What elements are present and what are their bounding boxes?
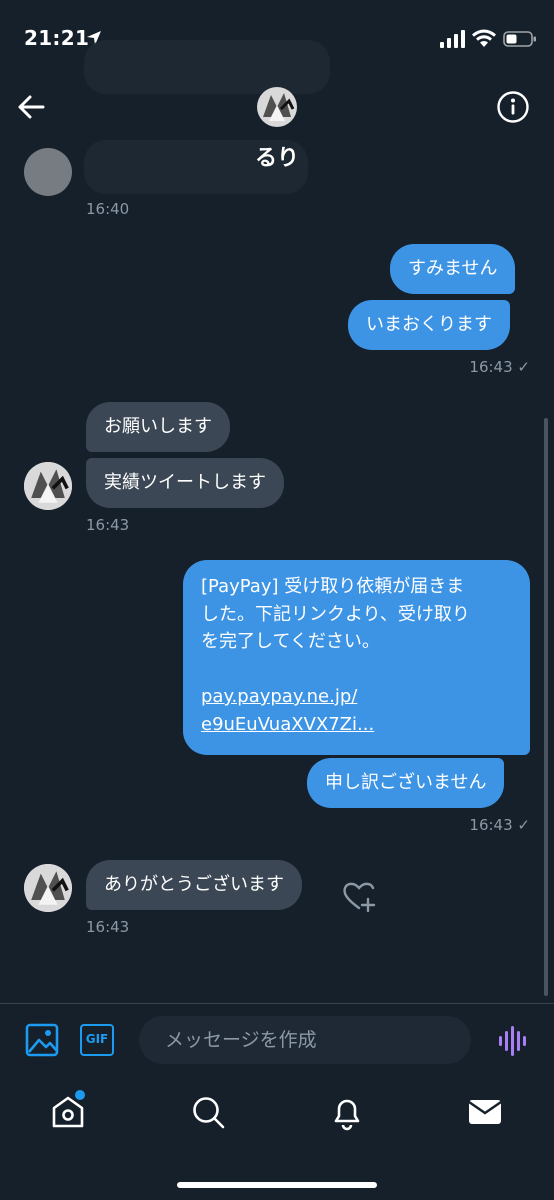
message-bubble-outgoing[interactable]: 申し訳ございません xyxy=(307,758,505,808)
message-input[interactable] xyxy=(139,1016,471,1064)
divider xyxy=(0,1003,554,1004)
message-bubble-incoming[interactable]: お願いします xyxy=(86,402,230,452)
timestamp-text: 16:43 xyxy=(469,816,513,834)
message-bubble-outgoing[interactable]: すみません xyxy=(390,244,516,294)
notification-dot xyxy=(75,1090,85,1100)
message-timestamp: 16:43 ✓ xyxy=(400,816,530,834)
message-bubble-outgoing[interactable]: いまおくります xyxy=(348,300,510,350)
info-icon[interactable] xyxy=(496,90,530,124)
battery-icon xyxy=(503,31,536,47)
contact-avatar[interactable] xyxy=(257,87,297,127)
mail-icon[interactable] xyxy=(465,1092,505,1132)
message-bubble-incoming[interactable]: ありがとうございます xyxy=(86,860,302,910)
paypay-link[interactable]: pay.paypay.ne.jp/ xyxy=(201,683,512,711)
message-timestamp: 16:40 xyxy=(86,200,130,218)
wifi-icon xyxy=(472,29,496,47)
scrollbar[interactable] xyxy=(544,418,548,996)
paypay-request-message[interactable]: [PayPay] 受け取り依頼が届きま した。下記リンクより、受け取り を完了し… xyxy=(183,560,530,755)
image-icon[interactable] xyxy=(24,1022,60,1058)
timestamp-text: 16:43 xyxy=(469,358,513,376)
heart-plus-icon[interactable] xyxy=(340,875,380,915)
avatar-illustration xyxy=(24,462,72,510)
message-line: を完了してください。 xyxy=(201,631,380,652)
gif-icon[interactable]: GIF xyxy=(80,1024,114,1056)
message-timestamp: 16:43 ✓ xyxy=(400,358,530,376)
message-line: [PayPay] 受け取り依頼が届きま xyxy=(201,576,465,597)
cellular-signal-icon xyxy=(440,30,465,48)
contact-avatar[interactable] xyxy=(24,864,72,912)
avatar-illustration xyxy=(24,864,72,912)
message-timestamp: 16:43 xyxy=(86,918,130,936)
status-time: 21:21 xyxy=(24,26,90,50)
voice-wave-icon[interactable] xyxy=(496,1024,530,1058)
read-check-icon: ✓ xyxy=(517,358,530,376)
search-icon[interactable] xyxy=(188,1092,228,1132)
read-check-icon: ✓ xyxy=(517,816,530,834)
message-line: した。下記リンクより、受け取り xyxy=(201,603,470,625)
contact-name: るり xyxy=(254,146,299,171)
bell-icon[interactable] xyxy=(327,1092,367,1132)
paypay-link[interactable]: e9uEuVuaXVX7Zi... xyxy=(201,711,512,739)
conversation-header: るり xyxy=(0,80,554,180)
message-timestamp: 16:43 xyxy=(86,516,130,534)
contact-avatar[interactable] xyxy=(24,462,72,510)
avatar-illustration xyxy=(257,87,297,127)
back-arrow-icon[interactable] xyxy=(14,90,48,124)
home-indicator xyxy=(177,1182,377,1188)
message-bubble-incoming[interactable]: 実績ツイートします xyxy=(86,458,284,508)
